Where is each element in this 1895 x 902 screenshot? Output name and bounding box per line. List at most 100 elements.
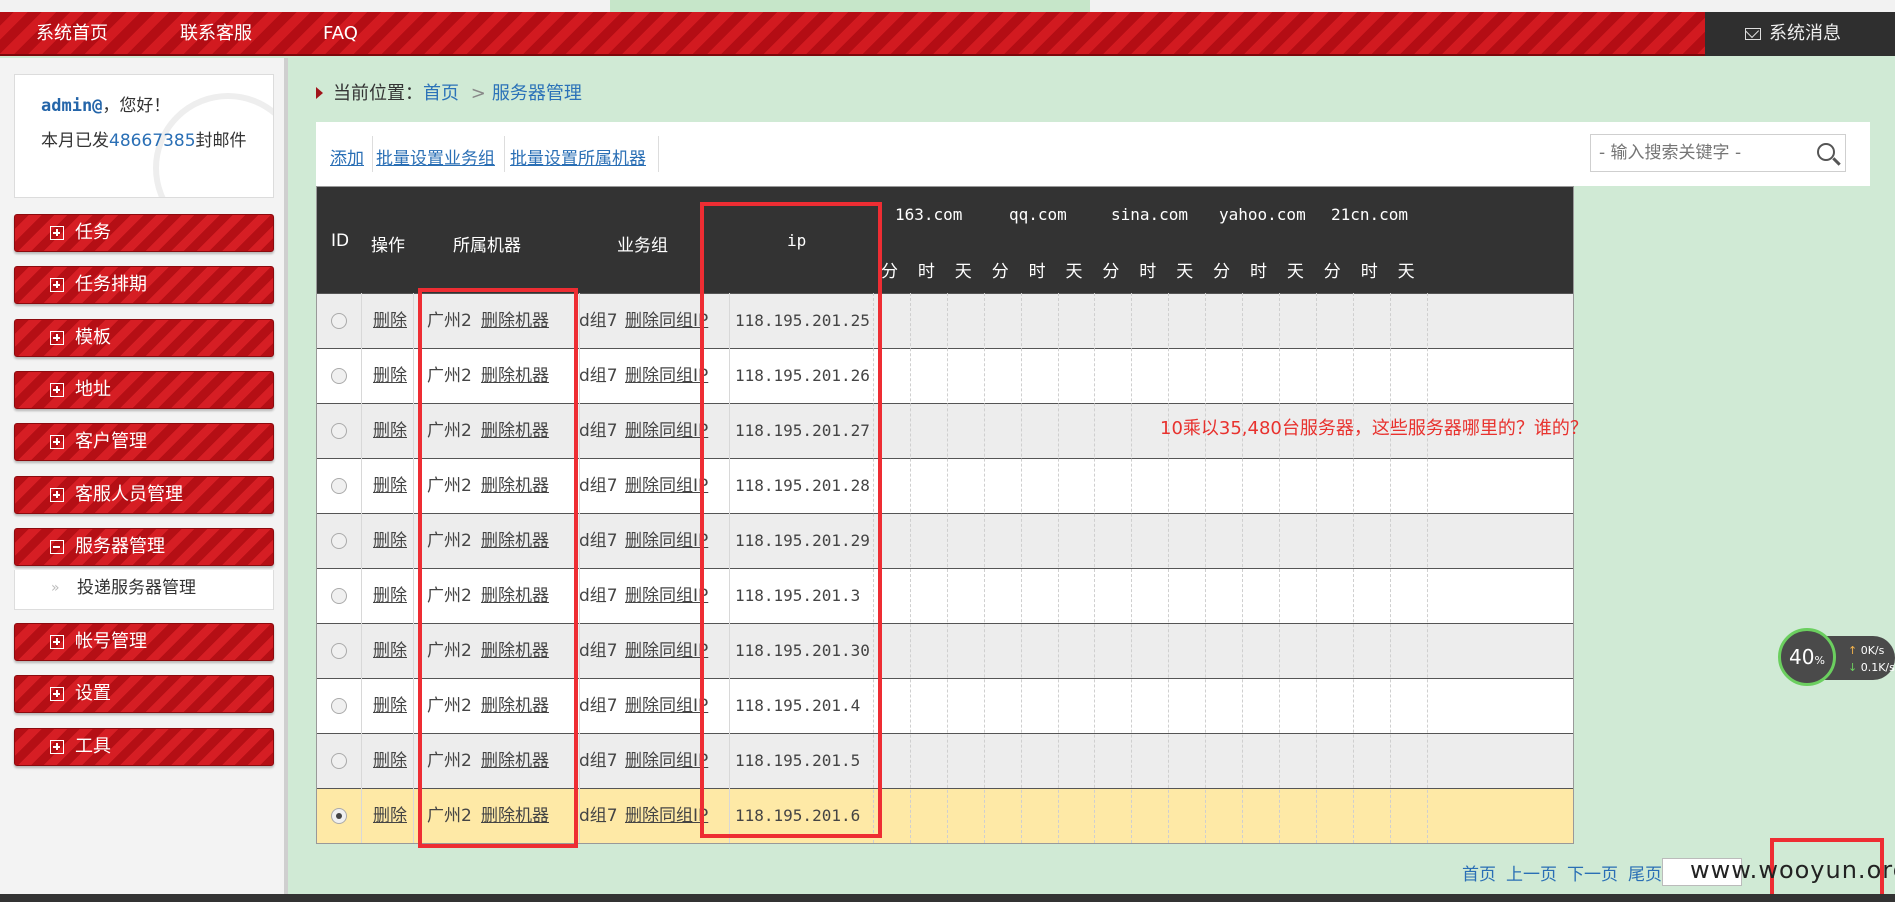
pagination: 首页 上一页 下一页 尾页	[1462, 860, 1672, 885]
menu-address[interactable]: 地址	[14, 371, 274, 409]
header-time-unit: 时	[1250, 262, 1267, 282]
menu-label: 设置	[75, 683, 111, 704]
search-icon[interactable]	[1817, 143, 1835, 161]
row-radio[interactable]	[331, 423, 347, 439]
menu-task[interactable]: 任务	[14, 214, 274, 252]
breadcrumb-prefix: 当前位置：	[333, 83, 423, 104]
delete-link[interactable]: 删除	[373, 789, 407, 843]
delete-link[interactable]: 删除	[373, 294, 407, 348]
row-radio[interactable]	[331, 753, 347, 769]
delete-link[interactable]: 删除	[373, 349, 407, 403]
top-strip	[0, 0, 1895, 12]
group-name: d组7	[579, 366, 618, 386]
divider	[658, 136, 659, 172]
row-radio[interactable]	[331, 313, 347, 329]
menu-customer[interactable]: 客户管理	[14, 423, 274, 461]
row-radio[interactable]	[331, 808, 347, 824]
nav-faq[interactable]: FAQ	[323, 12, 358, 56]
bottom-bar	[0, 894, 1895, 902]
column-divider	[909, 293, 911, 843]
column-divider	[361, 293, 362, 843]
menu-label: 任务	[75, 222, 111, 243]
column-divider	[1168, 293, 1170, 843]
header-time-unit: 分	[1213, 262, 1231, 282]
batch-machine-link[interactable]: 批量设置所属机器	[510, 144, 646, 169]
header-time-unit: 时	[1360, 262, 1378, 282]
submenu-delivery-server[interactable]: » 投递服务器管理	[14, 570, 274, 610]
menu-tools[interactable]: 工具	[14, 728, 274, 766]
column-divider	[413, 293, 414, 843]
row-radio[interactable]	[331, 533, 347, 549]
page-next[interactable]: 下一页	[1567, 865, 1618, 885]
header-id: ID	[331, 231, 350, 251]
greeting: ，您好！	[102, 96, 171, 116]
header-time-unit: 分	[1102, 262, 1120, 282]
username: admin@	[41, 96, 103, 116]
nav-home[interactable]: 系统首页	[36, 12, 108, 56]
batch-group-link[interactable]: 批量设置业务组	[376, 144, 495, 169]
menu-staff[interactable]: 客服人员管理	[14, 476, 274, 514]
collapse-icon	[50, 540, 64, 554]
row-radio[interactable]	[331, 478, 347, 494]
header-domain: 21cn.com	[1331, 205, 1409, 224]
envelope-icon	[1745, 28, 1761, 40]
row-radio[interactable]	[331, 368, 347, 384]
row-radio[interactable]	[331, 698, 347, 714]
header-domain: 163.com	[895, 205, 963, 224]
highlight-ip-column	[700, 202, 882, 838]
page-last[interactable]: 尾页	[1628, 865, 1662, 885]
column-divider	[1020, 293, 1022, 843]
page-prev[interactable]: 上一页	[1506, 865, 1557, 885]
toolbar: 添加 批量设置业务组 批量设置所属机器	[316, 122, 1870, 186]
search-input[interactable]	[1591, 135, 1801, 171]
row-radio[interactable]	[331, 643, 347, 659]
header-time-unit: 时	[1028, 262, 1046, 282]
delete-link[interactable]: 删除	[373, 404, 407, 458]
expand-icon	[50, 635, 64, 649]
header-time-unit: 分	[991, 262, 1009, 282]
menu-settings[interactable]: 设置	[14, 675, 274, 713]
breadcrumb-current[interactable]: 服务器管理	[492, 83, 582, 104]
header-machine: 所属机器	[453, 236, 521, 256]
column-divider	[579, 293, 580, 843]
column-divider	[1352, 293, 1354, 843]
nav-support[interactable]: 联系客服	[180, 12, 252, 56]
column-divider	[1131, 293, 1133, 843]
sent-suffix: 封邮件	[195, 131, 247, 151]
sent-prefix: 本月已发	[41, 131, 109, 151]
delete-link[interactable]: 删除	[373, 514, 407, 568]
menu-template[interactable]: 模板	[14, 319, 274, 357]
header-time-unit: 分	[881, 262, 898, 282]
group-name: d组7	[579, 421, 618, 441]
delete-link[interactable]: 删除	[373, 459, 407, 513]
divider	[372, 136, 373, 172]
cpu-percent: 40	[1789, 645, 1815, 669]
system-messages-button[interactable]: 系统消息	[1705, 12, 1895, 56]
delete-link[interactable]: 删除	[373, 569, 407, 623]
add-link[interactable]: 添加	[330, 144, 364, 169]
menu-label: 帐号管理	[75, 631, 147, 652]
header-time-unit: 天	[1176, 262, 1194, 282]
expand-icon	[50, 278, 64, 292]
delete-link[interactable]: 删除	[373, 679, 407, 733]
menu-label: 客服人员管理	[75, 484, 183, 505]
column-divider	[1057, 293, 1059, 843]
table-header: ID 操作 所属机器 业务组 ip 163.com qq.com sina.com y…	[317, 187, 1573, 293]
row-radio[interactable]	[331, 588, 347, 604]
breadcrumb-home[interactable]: 首页	[423, 83, 459, 104]
delete-link[interactable]: 删除	[373, 624, 407, 678]
menu-account[interactable]: 帐号管理	[14, 623, 274, 661]
expand-icon	[50, 383, 64, 397]
header-time-unit: 时	[917, 262, 935, 282]
column-divider	[1205, 293, 1207, 843]
column-divider	[983, 293, 985, 843]
top-nav: 系统首页 联系客服 FAQ	[0, 12, 1895, 56]
menu-task-schedule[interactable]: 任务排期	[14, 266, 274, 304]
search-box	[1590, 134, 1846, 172]
page-first[interactable]: 首页	[1462, 865, 1496, 885]
menu-server[interactable]: 服务器管理	[14, 528, 274, 566]
top-strip-accent	[610, 0, 1090, 12]
delete-link[interactable]: 删除	[373, 734, 407, 788]
column-divider	[946, 293, 948, 843]
header-time-unit: 天	[1065, 262, 1083, 282]
